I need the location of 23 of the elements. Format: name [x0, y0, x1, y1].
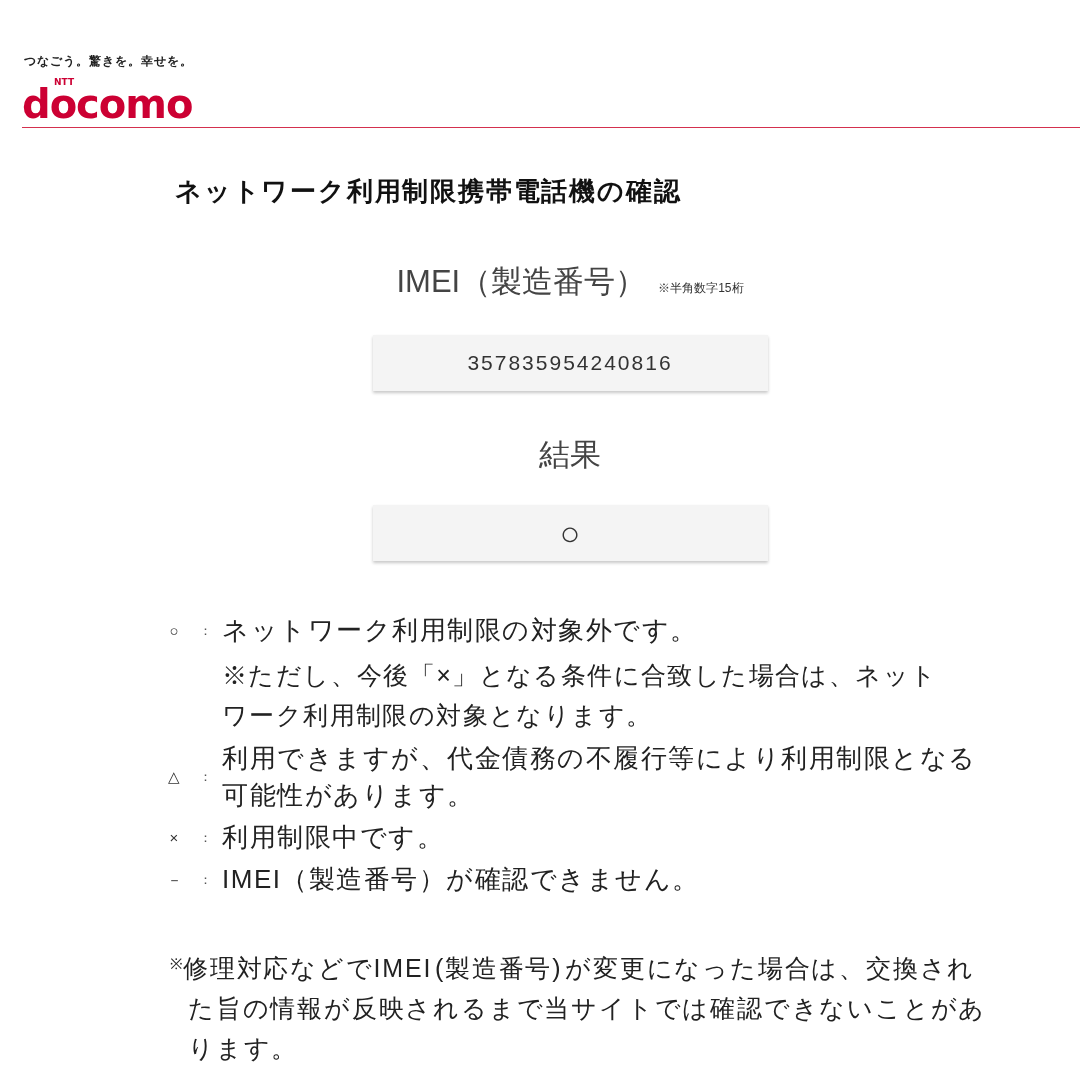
legend-note: ※ただし、今後「×」となる条件に合致した場合は、ネットワーク利用制限の対象となります。 [222, 660, 939, 731]
legend-separator: ： [198, 870, 212, 889]
page-title: ネットワーク利用制限携帯電話機の確認 [175, 175, 682, 208]
legend-separator: ： [198, 768, 212, 786]
result-label: 結果 [539, 436, 601, 474]
legend-text: 利用できますが、代金債務の不履行等により利用制限となる可能性があります。 [222, 742, 978, 812]
imei-field[interactable]: 357835954240816 [372, 335, 768, 391]
legend-text: 利用制限中です。 [222, 821, 445, 854]
legend-text: ネットワーク利用制限の対象外です。 [222, 614, 699, 647]
brand-tagline: つなごう。驚きを。幸せを。 [24, 53, 193, 69]
result-field: ○ [372, 505, 768, 561]
legend-symbol: － [166, 869, 182, 890]
imei-label: IMEI（製造番号） [396, 263, 647, 301]
logo-wordmark: docomo [22, 84, 193, 124]
logo-mark-text: NTT [54, 77, 75, 87]
footnote-text: $^{※}$修理対応などでIMEI (製造番号) が変更になった場合は、交換された旨の情報が反映されるまで当サイトでは確認できないことがあります。 [170, 953, 988, 1064]
imei-hint: ※半角数字15桁 [658, 281, 744, 295]
legend-symbol: ○ [169, 620, 179, 641]
legend-separator: ： [198, 621, 212, 640]
legend-symbol: × [169, 827, 179, 848]
legend-symbol: △ [168, 767, 180, 787]
legend-text: IMEI（製造番号）が確認できません。 [222, 863, 701, 896]
legend-separator: ： [198, 828, 212, 847]
